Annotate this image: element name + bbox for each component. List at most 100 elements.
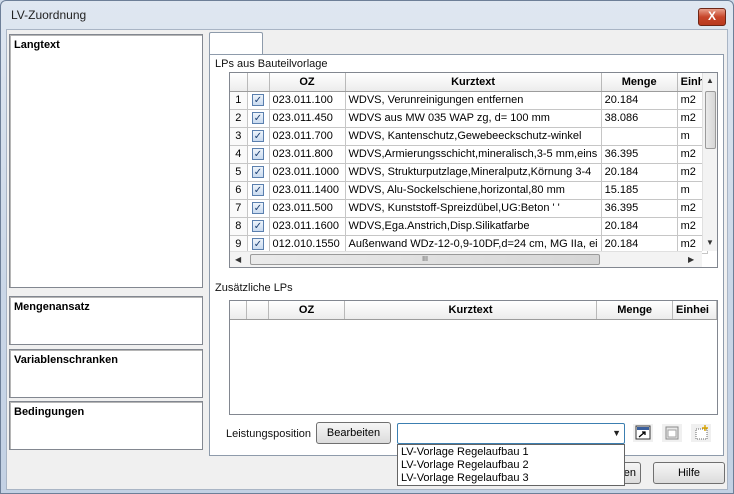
window-icon-button[interactable] [662,424,682,442]
table-row[interactable]: 2 ✓ 023.011.450 WDVS aus MW 035 WAP zg, d= … [230,109,709,128]
col-header-check [247,73,270,92]
checkbox[interactable]: ✓ [252,238,264,251]
lps-header-row: OZ Kurztext Menge Einh [230,73,709,92]
mengenansatz-label: Mengenansatz [14,301,90,313]
close-button[interactable]: X [698,8,726,26]
scroll-right-arrow-icon[interactable]: ▶ [688,255,694,264]
col-header-kurztext[interactable]: Kurztext [345,73,602,92]
menge-cell: 20.184 [601,163,678,182]
scroll-left-arrow-icon[interactable]: ◀ [235,255,241,264]
open-template-button[interactable] [633,424,653,442]
variablenschranken-label: Variablenschranken [14,354,118,366]
table-row[interactable]: 7 ✓ 023.011.500 WDVS, Kunststoff-Spreizdübe… [230,199,709,218]
col-header-oz[interactable]: OZ [269,73,346,92]
row-number: 3 [230,127,248,146]
table-row[interactable]: 5 ✓ 023.011.1000 WDVS, Strukturputzlage,Min… [230,163,709,182]
title-bar: LV-Zuordnung X [1,1,733,26]
chevron-down-icon[interactable]: ▼ [612,428,621,438]
lv-zuordnung-window: LV-Zuordnung X Langtext Mengenansatz Var… [0,0,734,494]
checkbox[interactable]: ✓ [252,148,264,161]
dialog-client-area: Langtext Mengenansatz Variablenschranken… [6,29,728,490]
zusaetzliche-lps-label: Zusätzliche LPs [215,282,293,294]
lps-table: OZ Kurztext Menge Einh 1 ✓ 023.011.100 WDVS… [230,73,709,254]
row-number: 7 [230,199,248,218]
dropdown-option-3[interactable]: LV-Vorlage Regelaufbau 3 [401,472,529,485]
table-row[interactable]: 4 ✓ 023.011.800 WDVS,Armierungsschicht,mine… [230,145,709,164]
row-checkbox: ✓ [247,199,270,218]
oz-cell: 023.011.450 [269,109,346,128]
menge-cell: 20.184 [601,217,678,236]
vertical-scroll-thumb[interactable] [705,91,716,149]
kurztext-cell: WDVS, Kantenschutz,Gewebeeckschutz-winke… [345,127,602,146]
bearbeiten-button[interactable]: Bearbeiten [316,422,391,444]
open-template-icon [635,425,651,440]
scroll-down-arrow-icon[interactable]: ▼ [706,238,714,247]
table-row[interactable]: 8 ✓ 023.011.1600 WDVS,Ega.Anstrich,Disp.Sil… [230,217,709,236]
tab-main[interactable] [209,32,263,55]
menge-cell [601,127,678,146]
zusaetzliche-lps-grid[interactable]: OZ Kurztext Menge Einhei [229,300,718,415]
row-number: 5 [230,163,248,182]
horizontal-scroll-thumb[interactable]: III [250,254,600,265]
new-template-button[interactable] [691,424,711,442]
kurztext-cell: WDVS,Ega.Anstrich,Disp.Silikatfarbe [345,217,602,236]
oz-cell: 023.011.800 [269,145,346,164]
window-title: LV-Zuordnung [11,8,87,22]
leistungsposition-combobox[interactable]: ▼ [397,423,625,444]
hilfe-button[interactable]: Hilfe [653,462,725,484]
checkbox[interactable]: ✓ [252,94,264,107]
new-sparkle-icon [695,425,708,440]
col-header-menge[interactable]: Menge [596,301,673,320]
left-panel: Langtext Mengenansatz Variablenschranken… [9,32,203,450]
oz-cell: 023.011.1000 [269,163,346,182]
menge-cell: 36.395 [601,199,678,218]
table-row[interactable]: 3 ✓ 023.011.700 WDVS, Kantenschutz,Gewebeec… [230,127,709,146]
col-header-oz[interactable]: OZ [268,301,345,320]
scroll-up-arrow-icon[interactable]: ▲ [706,76,714,85]
variablenschranken-box[interactable]: Variablenschranken [9,349,203,398]
checkbox[interactable]: ✓ [252,220,264,233]
row-checkbox: ✓ [247,163,270,182]
row-checkbox: ✓ [247,91,270,110]
checkbox[interactable]: ✓ [252,130,264,143]
row-number: 8 [230,217,248,236]
row-number: 4 [230,145,248,164]
kurztext-cell: WDVS aus MW 035 WAP zg, d= 100 mm [345,109,602,128]
table-row[interactable]: 1 ✓ 023.011.100 WDVS, Verunreinigungen entf… [230,91,709,110]
checkbox[interactable]: ✓ [252,112,264,125]
dropdown-option-2[interactable]: LV-Vorlage Regelaufbau 2 [401,459,529,472]
leistungsposition-label: Leistungsposition [226,428,312,440]
checkbox[interactable]: ✓ [252,202,264,215]
kurztext-cell: WDVS, Kunststoff-Spreizdübel,UG:Beton ' … [345,199,602,218]
lps-table-body: 1 ✓ 023.011.100 WDVS, Verunreinigungen entf… [230,91,709,254]
lps-vertical-scrollbar[interactable]: ▲ ▼ [702,73,717,251]
checkbox[interactable]: ✓ [252,184,264,197]
oz-cell: 023.011.1400 [269,181,346,200]
row-number: 2 [230,109,248,128]
oz-cell: 023.011.500 [269,199,346,218]
mengenansatz-box[interactable]: Mengenansatz [9,296,203,345]
kurztext-cell: WDVS, Strukturputzlage,Mineralputz,Körnu… [345,163,602,182]
oz-cell: 023.011.1600 [269,217,346,236]
col-header-kurztext[interactable]: Kurztext [344,301,598,320]
oz-cell: 023.011.100 [269,91,346,110]
kurztext-cell: WDVS, Alu-Sockelschiene,horizontal,80 mm [345,181,602,200]
col-header-menge[interactable]: Menge [601,73,678,92]
row-checkbox: ✓ [247,145,270,164]
col-header-einheit[interactable]: Einhei [672,301,717,320]
langtext-label: Langtext [14,39,60,51]
table-row[interactable]: 6 ✓ 023.011.1400 WDVS, Alu-Sockelschiene,ho… [230,181,709,200]
lps-horizontal-scrollbar[interactable]: ◀ III ▶ [230,251,702,267]
bedingungen-box[interactable]: Bedingungen [9,401,203,450]
menge-cell: 20.184 [601,91,678,110]
bedingungen-label: Bedingungen [14,406,85,418]
checkbox[interactable]: ✓ [252,166,264,179]
menge-cell: 36.395 [601,145,678,164]
row-number: 1 [230,91,248,110]
oz-cell: 023.011.700 [269,127,346,146]
lps-grid[interactable]: OZ Kurztext Menge Einh 1 ✓ 023.011.100 WDVS… [229,72,718,268]
zusaetzliche-header-row: OZ Kurztext Menge Einhei [230,301,717,320]
dropdown-option-1[interactable]: LV-Vorlage Regelaufbau 1 [401,446,529,459]
menge-cell: 38.086 [601,109,678,128]
langtext-box[interactable]: Langtext [9,34,203,288]
